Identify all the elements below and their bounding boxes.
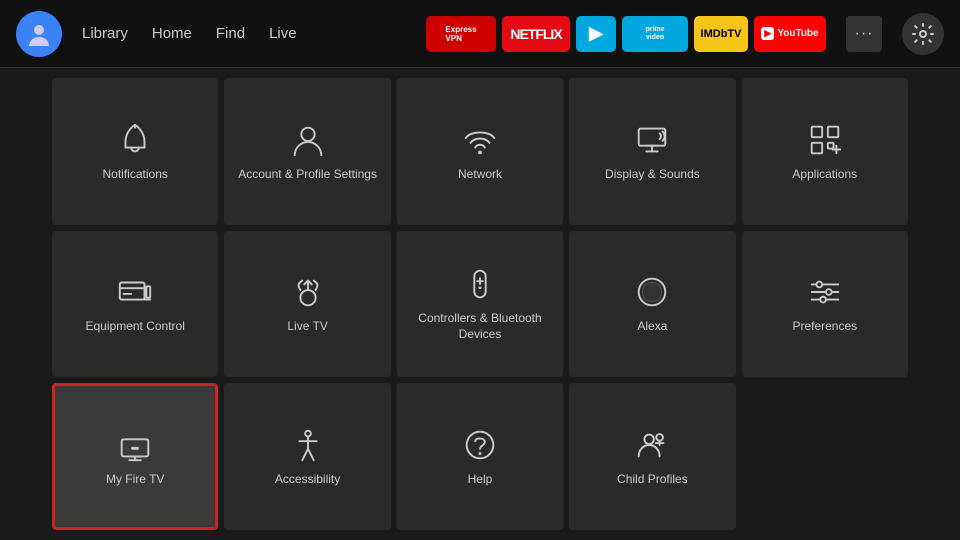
settings-button[interactable]	[902, 13, 944, 55]
nav-live[interactable]: Live	[269, 25, 297, 42]
more-button[interactable]: ···	[846, 16, 882, 52]
grid-item-accessibility[interactable]: Accessibility	[224, 383, 390, 530]
grid-item-live-tv[interactable]: Live TV	[224, 231, 390, 378]
grid-item-help[interactable]: Help	[397, 383, 563, 530]
label-accessibility: Accessibility	[275, 472, 340, 488]
settings-grid: Notifications Account & Profile Settings…	[0, 68, 960, 540]
label-my-fire-tv: My Fire TV	[106, 472, 164, 488]
grid-item-alexa[interactable]: Alexa	[569, 231, 735, 378]
label-alexa: Alexa	[637, 319, 667, 335]
label-equipment-control: Equipment Control	[86, 319, 185, 335]
label-child-profiles: Child Profiles	[617, 472, 688, 488]
app-imdb[interactable]: IMDbTV	[694, 16, 748, 52]
label-display-sounds: Display & Sounds	[605, 167, 700, 183]
app-freevee[interactable]: ▶	[576, 16, 616, 52]
nav-library[interactable]: Library	[82, 25, 128, 42]
nav-links: Library Home Find Live	[82, 25, 297, 42]
grid-item-child-profiles[interactable]: Child Profiles	[569, 383, 735, 530]
label-preferences: Preferences	[792, 319, 857, 335]
grid-item-network[interactable]: Network	[397, 78, 563, 225]
app-expressvpn[interactable]: ExpressVPN	[426, 16, 496, 52]
topnav: Library Home Find Live ExpressVPN NETFLI…	[0, 0, 960, 68]
app-icons: ExpressVPN NETFLIX ▶ primevideo IMDbTV ▶…	[426, 16, 826, 52]
app-prime[interactable]: primevideo	[622, 16, 688, 52]
label-controllers: Controllers & Bluetooth Devices	[407, 311, 553, 342]
nav-find[interactable]: Find	[216, 25, 245, 42]
label-live-tv: Live TV	[287, 319, 327, 335]
label-applications: Applications	[792, 167, 857, 183]
avatar[interactable]	[16, 11, 62, 57]
grid-item-controllers[interactable]: Controllers & Bluetooth Devices	[397, 231, 563, 378]
label-notifications: Notifications	[103, 167, 168, 183]
grid-item-account-profile[interactable]: Account & Profile Settings	[224, 78, 390, 225]
app-netflix[interactable]: NETFLIX	[502, 16, 570, 52]
grid-item-equipment-control[interactable]: Equipment Control	[52, 231, 218, 378]
nav-home[interactable]: Home	[152, 25, 192, 42]
grid-item-applications[interactable]: Applications	[742, 78, 908, 225]
label-network: Network	[458, 167, 502, 183]
grid-item-my-fire-tv[interactable]: My Fire TV	[52, 383, 218, 530]
label-help: Help	[468, 472, 493, 488]
grid-item-notifications[interactable]: Notifications	[52, 78, 218, 225]
label-account-profile: Account & Profile Settings	[238, 167, 377, 183]
app-youtube[interactable]: ▶ YouTube	[754, 16, 826, 52]
grid-item-preferences[interactable]: Preferences	[742, 231, 908, 378]
grid-item-display-sounds[interactable]: Display & Sounds	[569, 78, 735, 225]
